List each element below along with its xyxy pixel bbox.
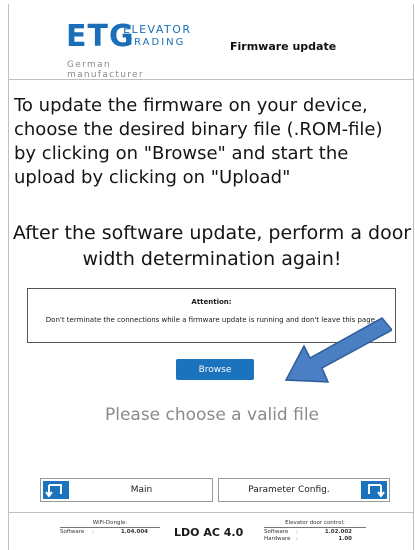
page-frame bbox=[8, 4, 414, 550]
status-message: Please choose a valid file bbox=[104, 405, 320, 425]
wifi-software-key: Software bbox=[60, 529, 85, 535]
footer: WiFi-Dongle: Software : 1.04.004 LDO AC … bbox=[8, 512, 414, 550]
browse-button[interactable]: Browse bbox=[176, 359, 254, 380]
pointer-arrow-icon bbox=[284, 317, 392, 383]
door-hardware-value: 1.00 bbox=[338, 536, 352, 542]
parameter-config-nav-button[interactable]: Parameter Config. bbox=[218, 478, 390, 502]
after-update-note: After the software update, perform a doo… bbox=[12, 222, 412, 270]
main-nav-label: Main bbox=[130, 485, 153, 495]
door-control-title: Elevator door control: bbox=[264, 520, 366, 528]
wifi-software-value: 1.04.004 bbox=[120, 529, 148, 535]
door-hardware-key: Hardware bbox=[264, 536, 291, 542]
etg-logo: ETG ELEVATOR TRADING German manufacturer bbox=[66, 22, 190, 81]
return-left-icon bbox=[43, 481, 69, 499]
door-software-sep: : bbox=[296, 529, 298, 535]
door-control-info: Elevator door control: Software : 1.02.0… bbox=[264, 520, 366, 542]
attention-title: Attention: bbox=[191, 298, 232, 306]
door-hardware-sep: : bbox=[296, 536, 298, 542]
model-name: LDO AC 4.0 bbox=[174, 526, 244, 539]
door-software-key: Software bbox=[264, 529, 289, 535]
page-title: Firmware update bbox=[230, 40, 337, 53]
wifi-dongle-info: WiFi-Dongle: Software : 1.04.004 bbox=[60, 520, 160, 535]
logo-trading-text: TRADING bbox=[126, 37, 186, 48]
wifi-software-sep: : bbox=[92, 529, 94, 535]
parameter-config-nav-label: Parameter Config. bbox=[248, 485, 330, 495]
intro-instructions: To update the firmware on your device, c… bbox=[14, 95, 383, 188]
logo-subtitle: German manufacturer bbox=[67, 60, 144, 80]
door-hardware-row: Hardware : 1.00 bbox=[264, 536, 366, 542]
door-software-value: 1.02.002 bbox=[324, 529, 352, 535]
wifi-dongle-title: WiFi-Dongle: bbox=[60, 520, 160, 528]
return-right-icon bbox=[361, 481, 387, 499]
wifi-software-row: Software : 1.04.004 bbox=[60, 529, 160, 535]
main-nav-button[interactable]: Main bbox=[40, 478, 213, 502]
logo-elevator-text: ELEVATOR bbox=[123, 23, 192, 36]
door-software-row: Software : 1.02.002 bbox=[264, 529, 366, 535]
header: ETG ELEVATOR TRADING German manufacturer… bbox=[8, 4, 414, 80]
